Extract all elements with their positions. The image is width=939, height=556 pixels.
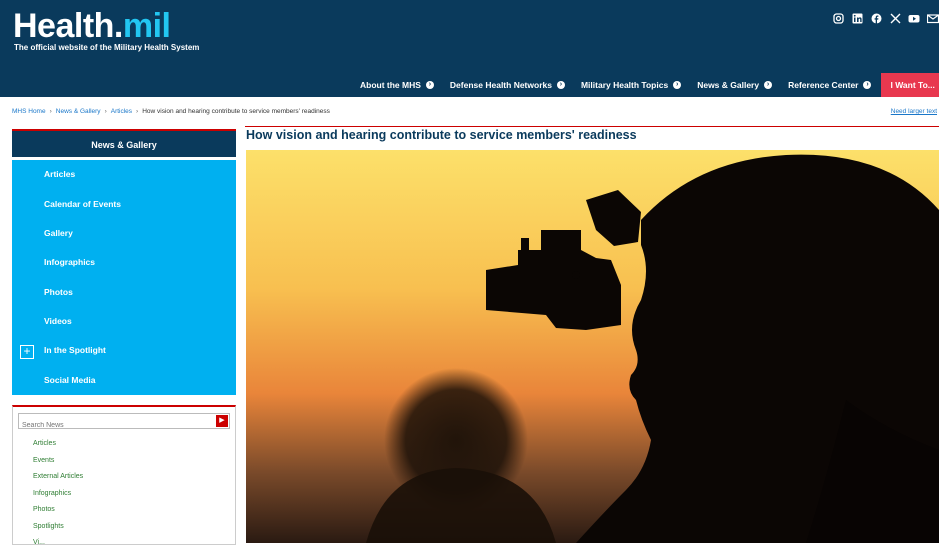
nav-reference-center[interactable]: Reference Center › bbox=[780, 73, 879, 97]
filter-spotlights[interactable]: Spotlights bbox=[33, 523, 83, 540]
news-search-panel: ▶ Articles Events External Articles Info… bbox=[12, 405, 236, 546]
filter-articles[interactable]: Articles bbox=[33, 440, 83, 457]
breadcrumb-current: How vision and hearing contribute to ser… bbox=[142, 108, 330, 115]
breadcrumb-news-gallery[interactable]: News & Gallery bbox=[56, 108, 101, 115]
chevron-right-icon: › bbox=[673, 81, 682, 89]
sidebar-item-gallery[interactable]: Gallery bbox=[44, 228, 73, 238]
sidebar-title[interactable]: News & Gallery bbox=[12, 129, 236, 157]
filter-videos[interactable]: Vi... bbox=[33, 539, 83, 556]
breadcrumb: MHS Home › News & Gallery › Articles › How vis… bbox=[12, 108, 330, 115]
article-title: How vision and hearing contribute to ser… bbox=[246, 128, 637, 142]
news-search-box: ▶ bbox=[18, 413, 230, 433]
nav-defense-health-networks[interactable]: Defense Health Networks › bbox=[442, 73, 573, 97]
sidebar-item-articles[interactable]: Articles bbox=[44, 169, 75, 179]
filter-list: Articles Events External Articles Infogr… bbox=[33, 440, 83, 556]
filter-external-articles[interactable]: External Articles bbox=[33, 473, 83, 490]
sidebar-item-infographics[interactable]: Infographics bbox=[44, 257, 95, 267]
nav-i-want-to[interactable]: I Want To...› bbox=[881, 73, 939, 97]
play-icon[interactable]: ▶ bbox=[216, 415, 228, 427]
sidebar-item-videos[interactable]: Videos bbox=[44, 316, 72, 326]
filter-infographics[interactable]: Infographics bbox=[33, 490, 83, 507]
site-header: Health.mil The official website of the M… bbox=[0, 0, 939, 97]
hero-image bbox=[246, 150, 939, 543]
sidebar-item-spotlight[interactable]: In the Spotlight bbox=[44, 345, 106, 355]
need-larger-text-link[interactable]: Need larger text bbox=[891, 108, 937, 115]
nav-military-health-topics[interactable]: Military Health Topics › bbox=[573, 73, 689, 97]
news-search-input[interactable] bbox=[19, 418, 212, 433]
sidebar-menu: Articles Calendar of Events Gallery Info… bbox=[12, 160, 236, 395]
expand-plus-icon[interactable]: + bbox=[20, 345, 34, 359]
chevron-right-icon: › bbox=[764, 81, 773, 89]
social-links bbox=[832, 13, 939, 25]
chevron-right-icon: › bbox=[556, 81, 565, 89]
filter-photos[interactable]: Photos bbox=[33, 506, 83, 523]
breadcrumb-home[interactable]: MHS Home bbox=[12, 108, 46, 115]
filter-events[interactable]: Events bbox=[33, 457, 83, 474]
youtube-icon[interactable] bbox=[908, 13, 920, 25]
instagram-icon[interactable] bbox=[832, 13, 844, 25]
sidebar-item-social-media[interactable]: Social Media bbox=[44, 375, 96, 385]
nav-about-mhs[interactable]: About the MHS › bbox=[352, 73, 442, 97]
site-logo[interactable]: Health.mil bbox=[13, 8, 171, 44]
chevron-right-icon: › bbox=[425, 81, 434, 89]
chevron-right-icon: › bbox=[863, 81, 872, 89]
facebook-icon[interactable] bbox=[870, 13, 882, 25]
nav-news-gallery[interactable]: News & Gallery › bbox=[689, 73, 780, 97]
email-icon[interactable] bbox=[926, 13, 939, 25]
sidebar-item-photos[interactable]: Photos bbox=[44, 287, 73, 297]
sidebar-item-calendar[interactable]: Calendar of Events bbox=[44, 199, 121, 209]
breadcrumb-articles[interactable]: Articles bbox=[111, 108, 132, 115]
linkedin-icon[interactable] bbox=[851, 13, 863, 25]
x-icon[interactable] bbox=[889, 13, 901, 25]
main-nav: About the MHS › Defense Health Networks › … bbox=[352, 73, 939, 97]
title-divider bbox=[245, 126, 939, 127]
site-tagline: The official website of the Military Hea… bbox=[14, 43, 200, 52]
